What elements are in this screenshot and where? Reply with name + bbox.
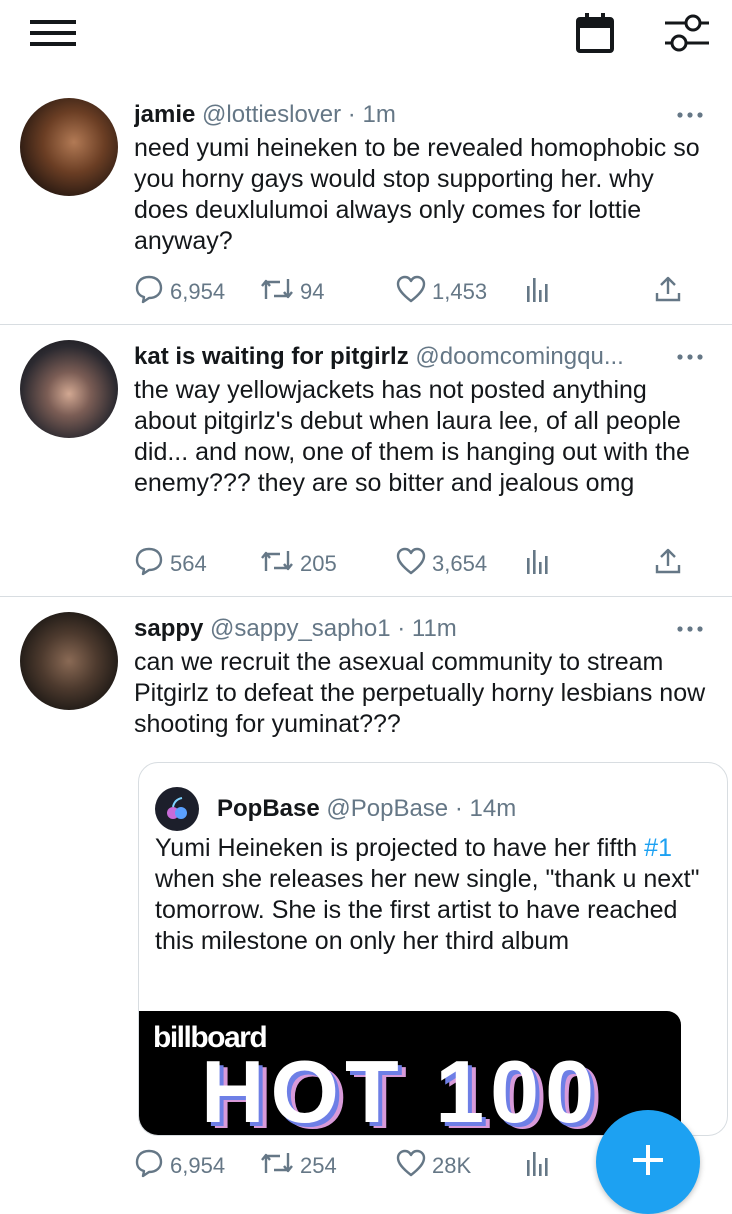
- quoted-tweet-header: PopBase @PopBase · 14m: [155, 787, 516, 831]
- heart-icon: [396, 275, 426, 309]
- compose-button[interactable]: [596, 1110, 700, 1214]
- separator-dot: ·: [347, 101, 356, 128]
- analytics-bars-icon: [526, 548, 550, 580]
- reply-button[interactable]: 6,954: [134, 274, 225, 310]
- billboard-hot100-image[interactable]: billboard HOT 100: [139, 1011, 681, 1136]
- tweet-text: the way yellowjackets has not posted any…: [134, 376, 690, 497]
- like-button[interactable]: 3,654: [396, 546, 487, 582]
- timestamp[interactable]: 1m: [362, 101, 395, 128]
- quoted-timestamp[interactable]: 14m: [470, 794, 517, 824]
- retweet-icon: [260, 548, 294, 580]
- author-name[interactable]: kat is waiting for pitgirlz: [134, 343, 409, 370]
- reply-bubble-icon: [134, 274, 164, 310]
- author-name[interactable]: sappy: [134, 615, 203, 642]
- avatar[interactable]: [20, 98, 118, 196]
- share-upload-icon: [654, 547, 682, 581]
- tweet-text: can we recruit the asexual community to …: [134, 648, 706, 738]
- like-button[interactable]: 28K: [396, 1148, 471, 1184]
- tweet-1[interactable]: jamie @lottieslover · 1m need yumi heine…: [0, 74, 732, 325]
- like-count: 28K: [432, 1153, 472, 1178]
- tweet-actions: 6,954 94 1,453: [134, 274, 692, 310]
- analytics-button[interactable]: [526, 274, 550, 310]
- timestamp[interactable]: 11m: [412, 615, 457, 642]
- analytics-button[interactable]: [526, 546, 550, 582]
- author-handle[interactable]: @lottieslover: [202, 101, 341, 128]
- author-handle[interactable]: @doomcomingqu...: [415, 343, 623, 370]
- separator-dot: ·: [397, 615, 406, 642]
- retweet-button[interactable]: 254: [260, 1148, 337, 1184]
- hamburger-menu-icon[interactable]: [28, 10, 78, 56]
- hot-100-wordmark: HOT 100: [201, 1042, 601, 1136]
- tweet-2[interactable]: kat is waiting for pitgirlz @doomcomingq…: [0, 324, 732, 597]
- tweet-3[interactable]: sappy @sappy_sapho1 · 11m can we recruit…: [0, 596, 732, 1206]
- more-dots-icon[interactable]: [670, 614, 710, 644]
- more-dots-icon[interactable]: [670, 100, 710, 130]
- retweet-count: 254: [300, 1153, 337, 1178]
- more-dots-icon[interactable]: [670, 342, 710, 372]
- reply-count: 6,954: [170, 1153, 226, 1178]
- like-button[interactable]: 1,453: [396, 274, 487, 310]
- analytics-bars-icon: [526, 1150, 550, 1182]
- tweet-text: need yumi heineken to be revealed homoph…: [134, 134, 700, 255]
- analytics-bars-icon: [526, 276, 550, 308]
- retweet-icon: [260, 1150, 294, 1182]
- calendar-icon[interactable]: [574, 10, 616, 56]
- avatar[interactable]: [20, 340, 118, 438]
- share-upload-icon: [654, 275, 682, 309]
- quoted-tweet[interactable]: PopBase @PopBase · 14m Yumi Heineken is …: [138, 762, 728, 1136]
- reply-button[interactable]: 564: [134, 546, 207, 582]
- quoted-text-part-2: when she releases her new single, "thank…: [155, 865, 700, 955]
- separator-dot: ·: [454, 795, 463, 822]
- reply-count: 564: [170, 551, 207, 576]
- author-name[interactable]: jamie: [134, 101, 195, 128]
- popbase-avatar[interactable]: [155, 787, 199, 831]
- avatar[interactable]: [20, 612, 118, 710]
- heart-icon: [396, 547, 426, 581]
- author-handle[interactable]: @sappy_sapho1: [210, 615, 391, 642]
- retweet-count: 205: [300, 551, 337, 576]
- heart-icon: [396, 1149, 426, 1183]
- retweet-button[interactable]: 205: [260, 546, 337, 582]
- quoted-author-name[interactable]: PopBase: [217, 794, 320, 824]
- share-button[interactable]: [654, 274, 682, 310]
- reply-button[interactable]: 6,954: [134, 1148, 225, 1184]
- tweet-header: kat is waiting for pitgirlz @doomcomingq…: [134, 342, 710, 374]
- top-bar: [0, 0, 732, 74]
- tweet-header: sappy @sappy_sapho1 · 11m: [134, 614, 710, 646]
- hashtag-link[interactable]: #1: [644, 834, 672, 862]
- retweet-button[interactable]: 94: [260, 274, 324, 310]
- retweet-icon: [260, 276, 294, 308]
- like-count: 1,453: [432, 279, 488, 304]
- plus-icon: [631, 1143, 665, 1182]
- tweet-header: jamie @lottieslover · 1m: [134, 100, 710, 132]
- quoted-tweet-text: Yumi Heineken is projected to have her f…: [155, 833, 707, 957]
- reply-bubble-icon: [134, 1148, 164, 1184]
- share-button[interactable]: [654, 546, 682, 582]
- tweet-actions: 564 205 3,654: [134, 546, 692, 582]
- analytics-button[interactable]: [526, 1148, 550, 1184]
- quoted-author-handle[interactable]: @PopBase: [326, 794, 448, 824]
- sliders-icon[interactable]: [662, 10, 712, 56]
- reply-count: 6,954: [170, 279, 226, 304]
- reply-bubble-icon: [134, 546, 164, 582]
- retweet-count: 94: [300, 279, 325, 304]
- like-count: 3,654: [432, 551, 488, 576]
- quoted-text-part-1: Yumi Heineken is projected to have her f…: [155, 834, 645, 862]
